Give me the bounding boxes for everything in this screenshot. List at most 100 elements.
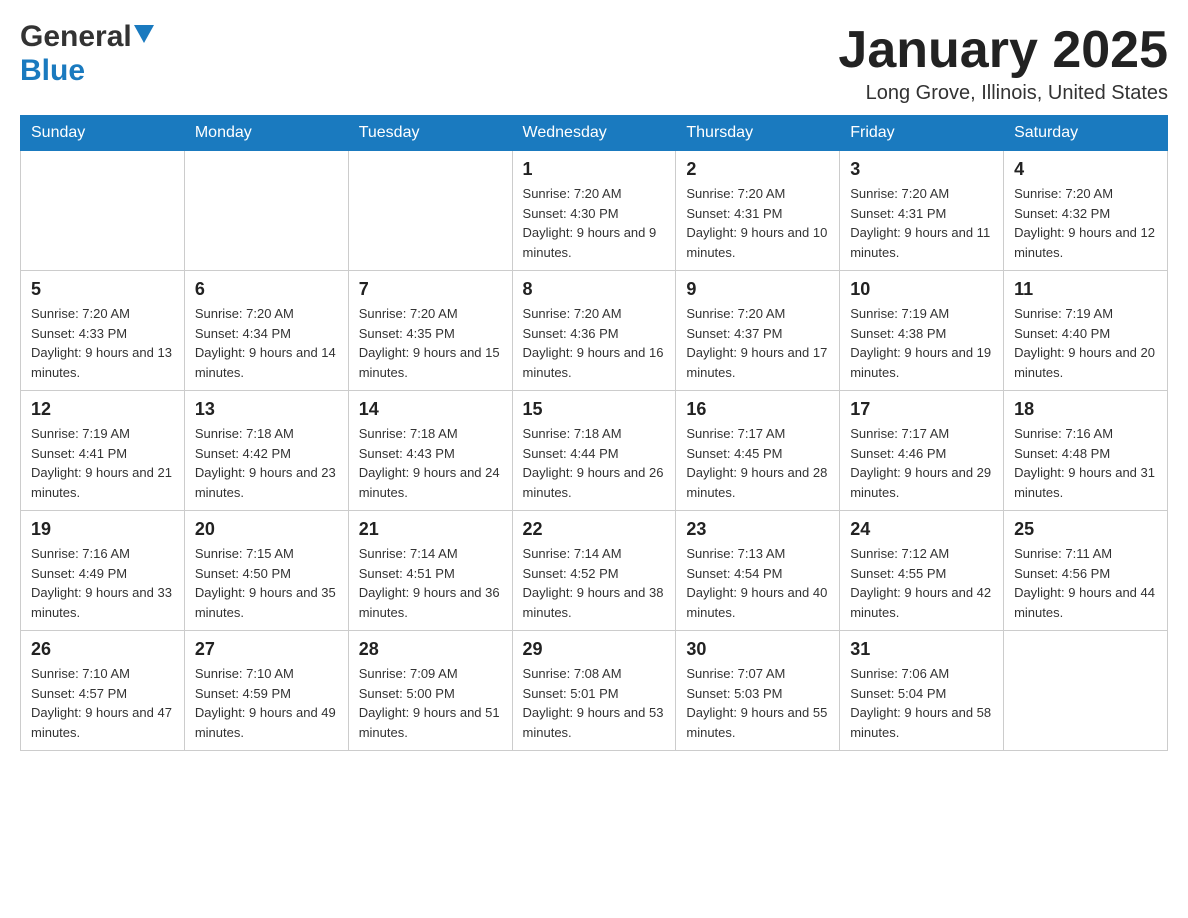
day-number: 7 — [359, 279, 502, 300]
logo-general-text: General — [20, 20, 132, 54]
day-info: Sunrise: 7:15 AM Sunset: 4:50 PM Dayligh… — [195, 544, 338, 622]
day-number: 17 — [850, 399, 993, 420]
day-number: 27 — [195, 639, 338, 660]
calendar-cell: 8 Sunrise: 7:20 AM Sunset: 4:36 PM Daylig… — [512, 271, 676, 391]
day-info: Sunrise: 7:17 AM Sunset: 4:46 PM Dayligh… — [850, 424, 993, 502]
day-info: Sunrise: 7:16 AM Sunset: 4:48 PM Dayligh… — [1014, 424, 1157, 502]
day-info: Sunrise: 7:20 AM Sunset: 4:37 PM Dayligh… — [686, 304, 829, 382]
calendar-table: Sunday Monday Tuesday Wednesday Thursday… — [20, 115, 1168, 751]
calendar-week-4: 19 Sunrise: 7:16 AM Sunset: 4:49 PM Dayli… — [21, 511, 1168, 631]
day-info: Sunrise: 7:07 AM Sunset: 5:03 PM Dayligh… — [686, 664, 829, 742]
calendar-cell: 23 Sunrise: 7:13 AM Sunset: 4:54 PM Dayli… — [676, 511, 840, 631]
calendar-cell: 27 Sunrise: 7:10 AM Sunset: 4:59 PM Dayli… — [184, 631, 348, 751]
day-info: Sunrise: 7:13 AM Sunset: 4:54 PM Dayligh… — [686, 544, 829, 622]
day-info: Sunrise: 7:19 AM Sunset: 4:41 PM Dayligh… — [31, 424, 174, 502]
day-number: 28 — [359, 639, 502, 660]
logo: General Blue — [20, 20, 154, 88]
day-info: Sunrise: 7:20 AM Sunset: 4:31 PM Dayligh… — [850, 184, 993, 262]
day-info: Sunrise: 7:20 AM Sunset: 4:30 PM Dayligh… — [523, 184, 666, 262]
calendar-cell: 14 Sunrise: 7:18 AM Sunset: 4:43 PM Dayli… — [348, 391, 512, 511]
calendar-week-2: 5 Sunrise: 7:20 AM Sunset: 4:33 PM Daylig… — [21, 271, 1168, 391]
day-info: Sunrise: 7:20 AM Sunset: 4:36 PM Dayligh… — [523, 304, 666, 382]
col-tuesday: Tuesday — [348, 116, 512, 151]
day-number: 12 — [31, 399, 174, 420]
calendar-header-row: Sunday Monday Tuesday Wednesday Thursday… — [21, 116, 1168, 151]
day-info: Sunrise: 7:14 AM Sunset: 4:51 PM Dayligh… — [359, 544, 502, 622]
day-number: 20 — [195, 519, 338, 540]
calendar-cell: 28Sunrise: 7:09 AM Sunset: 5:00 PM Dayli… — [348, 631, 512, 751]
day-number: 6 — [195, 279, 338, 300]
calendar-cell: 30 Sunrise: 7:07 AM Sunset: 5:03 PM Dayli… — [676, 631, 840, 751]
col-monday: Monday — [184, 116, 348, 151]
calendar-week-3: 12 Sunrise: 7:19 AM Sunset: 4:41 PM Dayli… — [21, 391, 1168, 511]
day-number: 31 — [850, 639, 993, 660]
day-number: 25 — [1014, 519, 1157, 540]
day-number: 4 — [1014, 159, 1157, 180]
day-info: Sunrise: 7:20 AM Sunset: 4:34 PM Dayligh… — [195, 304, 338, 382]
logo-triangle-icon — [134, 25, 154, 45]
day-info: Sunrise: 7:06 AM Sunset: 5:04 PM Dayligh… — [850, 664, 993, 742]
day-number: 16 — [686, 399, 829, 420]
day-info: Sunrise: 7:14 AM Sunset: 4:52 PM Dayligh… — [523, 544, 666, 622]
calendar-cell: 9 Sunrise: 7:20 AM Sunset: 4:37 PM Daylig… — [676, 271, 840, 391]
calendar-subtitle: Long Grove, Illinois, United States — [838, 82, 1168, 105]
day-number: 19 — [31, 519, 174, 540]
calendar-cell: 6 Sunrise: 7:20 AM Sunset: 4:34 PM Daylig… — [184, 271, 348, 391]
calendar-cell: 4 Sunrise: 7:20 AM Sunset: 4:32 PM Daylig… — [1004, 151, 1168, 271]
day-number: 14 — [359, 399, 502, 420]
calendar-cell: 24 Sunrise: 7:12 AM Sunset: 4:55 PM Dayli… — [840, 511, 1004, 631]
day-number: 26 — [31, 639, 174, 660]
day-info: Sunrise: 7:16 AM Sunset: 4:49 PM Dayligh… — [31, 544, 174, 622]
col-sunday: Sunday — [21, 116, 185, 151]
calendar-cell: 12 Sunrise: 7:19 AM Sunset: 4:41 PM Dayli… — [21, 391, 185, 511]
calendar-cell: 5 Sunrise: 7:20 AM Sunset: 4:33 PM Daylig… — [21, 271, 185, 391]
day-number: 22 — [523, 519, 666, 540]
day-info: Sunrise: 7:18 AM Sunset: 4:42 PM Dayligh… — [195, 424, 338, 502]
day-number: 18 — [1014, 399, 1157, 420]
calendar-cell: 2Sunrise: 7:20 AM Sunset: 4:31 PM Daylig… — [676, 151, 840, 271]
day-number: 3 — [850, 159, 993, 180]
day-number: 9 — [686, 279, 829, 300]
day-info: Sunrise: 7:12 AM Sunset: 4:55 PM Dayligh… — [850, 544, 993, 622]
col-wednesday: Wednesday — [512, 116, 676, 151]
day-number: 1 — [523, 159, 666, 180]
calendar-cell: 29Sunrise: 7:08 AM Sunset: 5:01 PM Dayli… — [512, 631, 676, 751]
logo-blue-text: Blue — [20, 54, 85, 87]
day-info: Sunrise: 7:10 AM Sunset: 4:59 PM Dayligh… — [195, 664, 338, 742]
title-block: January 2025 Long Grove, Illinois, Unite… — [838, 20, 1168, 105]
calendar-cell: 17 Sunrise: 7:17 AM Sunset: 4:46 PM Dayli… — [840, 391, 1004, 511]
day-info: Sunrise: 7:11 AM Sunset: 4:56 PM Dayligh… — [1014, 544, 1157, 622]
calendar-cell: 7 Sunrise: 7:20 AM Sunset: 4:35 PM Daylig… — [348, 271, 512, 391]
calendar-cell: 25 Sunrise: 7:11 AM Sunset: 4:56 PM Dayli… — [1004, 511, 1168, 631]
day-number: 30 — [686, 639, 829, 660]
calendar-cell: 26 Sunrise: 7:10 AM Sunset: 4:57 PM Dayli… — [21, 631, 185, 751]
calendar-cell: 16 Sunrise: 7:17 AM Sunset: 4:45 PM Dayli… — [676, 391, 840, 511]
day-number: 11 — [1014, 279, 1157, 300]
day-info: Sunrise: 7:20 AM Sunset: 4:32 PM Dayligh… — [1014, 184, 1157, 262]
day-number: 24 — [850, 519, 993, 540]
day-number: 5 — [31, 279, 174, 300]
day-number: 21 — [359, 519, 502, 540]
calendar-cell: 20 Sunrise: 7:15 AM Sunset: 4:50 PM Dayli… — [184, 511, 348, 631]
day-number: 15 — [523, 399, 666, 420]
day-info: Sunrise: 7:18 AM Sunset: 4:43 PM Dayligh… — [359, 424, 502, 502]
day-number: 23 — [686, 519, 829, 540]
calendar-cell: 19 Sunrise: 7:16 AM Sunset: 4:49 PM Dayli… — [21, 511, 185, 631]
calendar-cell: 10Sunrise: 7:19 AM Sunset: 4:38 PM Dayli… — [840, 271, 1004, 391]
day-number: 13 — [195, 399, 338, 420]
calendar-cell: 21 Sunrise: 7:14 AM Sunset: 4:51 PM Dayli… — [348, 511, 512, 631]
day-info: Sunrise: 7:17 AM Sunset: 4:45 PM Dayligh… — [686, 424, 829, 502]
calendar-cell: 15Sunrise: 7:18 AM Sunset: 4:44 PM Dayli… — [512, 391, 676, 511]
day-info: Sunrise: 7:20 AM Sunset: 4:35 PM Dayligh… — [359, 304, 502, 382]
calendar-week-5: 26 Sunrise: 7:10 AM Sunset: 4:57 PM Dayli… — [21, 631, 1168, 751]
day-info: Sunrise: 7:20 AM Sunset: 4:33 PM Dayligh… — [31, 304, 174, 382]
calendar-title: January 2025 — [838, 20, 1168, 80]
calendar-cell: 11Sunrise: 7:19 AM Sunset: 4:40 PM Dayli… — [1004, 271, 1168, 391]
col-thursday: Thursday — [676, 116, 840, 151]
col-saturday: Saturday — [1004, 116, 1168, 151]
day-number: 8 — [523, 279, 666, 300]
col-friday: Friday — [840, 116, 1004, 151]
day-info: Sunrise: 7:19 AM Sunset: 4:38 PM Dayligh… — [850, 304, 993, 382]
day-info: Sunrise: 7:10 AM Sunset: 4:57 PM Dayligh… — [31, 664, 174, 742]
calendar-cell: 22 Sunrise: 7:14 AM Sunset: 4:52 PM Dayli… — [512, 511, 676, 631]
